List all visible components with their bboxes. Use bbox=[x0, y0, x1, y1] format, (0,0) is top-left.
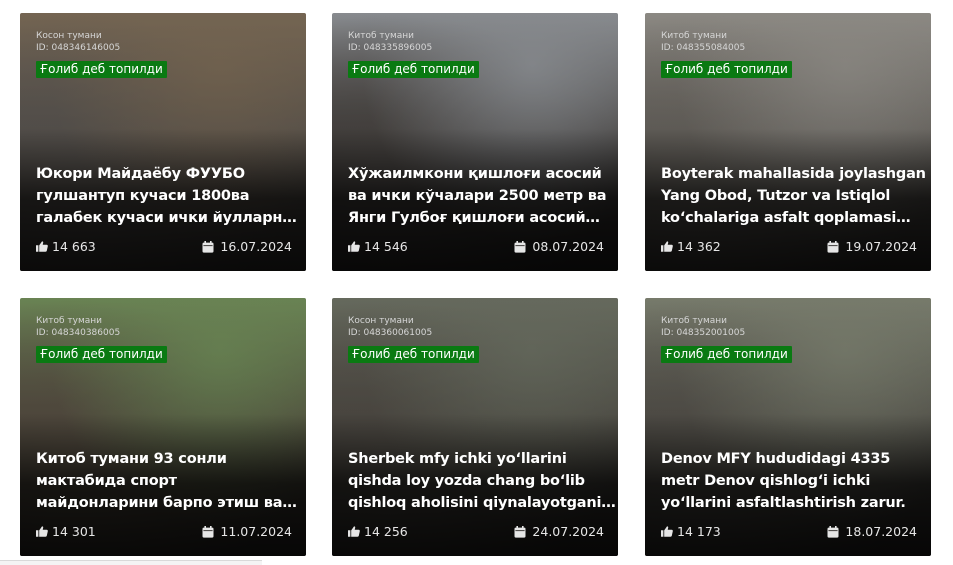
card-title[interactable]: Китоб тумани 93 сонли мактабида спорт майд… bbox=[36, 448, 297, 514]
status-badge: Ғолиб деб топилди bbox=[348, 346, 479, 363]
status-badge: Ғолиб деб топилди bbox=[36, 346, 167, 363]
status-badge: Ғолиб деб топилди bbox=[36, 61, 167, 78]
likes-count: 14 546 bbox=[364, 239, 408, 254]
card-meta: Китоб тумани ID: 048340386005 Ғолиб деб то… bbox=[36, 315, 294, 363]
thumbs-up-icon bbox=[36, 241, 48, 252]
project-card[interactable]: Косон тумани ID: 048346146005 Ғолиб деб то… bbox=[20, 13, 306, 271]
project-card[interactable]: Китоб тумани ID: 048355084005 Ғолиб деб то… bbox=[645, 13, 931, 271]
card-title-line: Хўжаилмкони қишлоғи асосий bbox=[348, 166, 602, 182]
card-title-line: Янги Гулбоғ қишлоғи асосий… bbox=[348, 210, 600, 226]
likes-counter[interactable]: 14 663 bbox=[36, 239, 96, 254]
card-title-line: гулшантуп кучаси 1800ва bbox=[36, 188, 250, 204]
card-title-line: Sherbek mfy ichki yoʻllarini bbox=[348, 451, 567, 467]
calendar-icon bbox=[514, 240, 526, 253]
thumbs-up-icon bbox=[348, 241, 360, 252]
date-text: 19.07.2024 bbox=[845, 239, 917, 254]
thumbs-up-icon bbox=[348, 526, 360, 537]
card-title-line: qishloq aholisini qiynalayotgani… bbox=[348, 495, 616, 511]
district-label: Косон тумани bbox=[36, 31, 102, 41]
card-title-line: галабек кучаси ички йулларн… bbox=[36, 210, 297, 226]
card-date: 24.07.2024 bbox=[514, 524, 604, 539]
card-title-line: koʻchalariga asfalt qoplamasi… bbox=[661, 210, 911, 226]
bottom-scroll-edge bbox=[0, 560, 262, 565]
calendar-icon bbox=[514, 525, 526, 538]
status-badge: Ғолиб деб топилди bbox=[348, 61, 479, 78]
card-title-line: Boyterak mahallasida joylashgan bbox=[661, 166, 926, 182]
project-id: ID: 048346146005 bbox=[36, 43, 121, 53]
project-card[interactable]: Китоб тумани ID: 048340386005 Ғолиб деб то… bbox=[20, 298, 306, 556]
card-meta: Китоб тумани ID: 048355084005 Ғолиб деб то… bbox=[661, 30, 919, 78]
thumbs-up-icon bbox=[36, 526, 48, 537]
card-title[interactable]: Boyterak mahallasida joylashgan Yang Obod… bbox=[661, 163, 926, 229]
card-title[interactable]: Sherbek mfy ichki yoʻllarini qishda loy y… bbox=[348, 448, 616, 514]
card-footer: 14 362 19.07.2024 bbox=[661, 239, 917, 255]
likes-count: 14 256 bbox=[364, 524, 408, 539]
likes-counter[interactable]: 14 362 bbox=[661, 239, 721, 254]
project-card[interactable]: Китоб тумани ID: 048352001005 Ғолиб деб то… bbox=[645, 298, 931, 556]
card-footer: 14 173 18.07.2024 bbox=[661, 524, 917, 540]
calendar-icon bbox=[827, 525, 839, 538]
card-title-line: мактабида спорт bbox=[36, 473, 177, 489]
thumbs-up-icon bbox=[661, 526, 673, 537]
card-date: 08.07.2024 bbox=[514, 239, 604, 254]
card-date: 11.07.2024 bbox=[202, 524, 292, 539]
district-label: Китоб тумани bbox=[36, 316, 103, 326]
card-title-line: yoʻllarini asfaltlashtirish zarur. bbox=[661, 495, 906, 511]
district-label: Китоб тумани bbox=[348, 31, 415, 41]
likes-counter[interactable]: 14 256 bbox=[348, 524, 408, 539]
project-card[interactable]: Косон тумани ID: 048360061005 Ғолиб деб то… bbox=[332, 298, 618, 556]
cards-grid: Косон тумани ID: 048346146005 Ғолиб деб то… bbox=[0, 0, 953, 564]
likes-count: 14 362 bbox=[677, 239, 721, 254]
card-meta: Косон тумани ID: 048346146005 Ғолиб деб то… bbox=[36, 30, 294, 78]
card-title-line: Denov MFY hududidagi 4335 bbox=[661, 451, 891, 467]
card-title-line: ва ички кўчалари 2500 метр ва bbox=[348, 188, 607, 204]
project-id: ID: 048335896005 bbox=[348, 43, 433, 53]
card-title-line: Китоб тумани 93 сонли bbox=[36, 451, 227, 467]
card-meta: Косон тумани ID: 048360061005 Ғолиб деб то… bbox=[348, 315, 606, 363]
card-footer: 14 301 11.07.2024 bbox=[36, 524, 292, 540]
likes-counter[interactable]: 14 546 bbox=[348, 239, 408, 254]
date-text: 08.07.2024 bbox=[532, 239, 604, 254]
date-text: 24.07.2024 bbox=[532, 524, 604, 539]
district-label: Косон тумани bbox=[348, 316, 414, 326]
district-label: Китоб тумани bbox=[661, 31, 728, 41]
calendar-icon bbox=[827, 240, 839, 253]
card-meta: Китоб тумани ID: 048335896005 Ғолиб деб то… bbox=[348, 30, 606, 78]
likes-count: 14 301 bbox=[52, 524, 96, 539]
date-text: 11.07.2024 bbox=[220, 524, 292, 539]
card-title-line: Yang Obod, Tutzor va Istiqlol bbox=[661, 188, 891, 204]
card-date: 16.07.2024 bbox=[202, 239, 292, 254]
calendar-icon bbox=[202, 525, 214, 538]
likes-count: 14 173 bbox=[677, 524, 721, 539]
status-badge: Ғолиб деб топилди bbox=[661, 346, 792, 363]
card-title[interactable]: Denov MFY hududidagi 4335 metr Denov qish… bbox=[661, 448, 917, 514]
project-id: ID: 048340386005 bbox=[36, 328, 121, 338]
card-title-line: майдонларини барпо этиш ва… bbox=[36, 495, 297, 511]
card-footer: 14 256 24.07.2024 bbox=[348, 524, 604, 540]
project-id: ID: 048352001005 bbox=[661, 328, 746, 338]
project-id: ID: 048360061005 bbox=[348, 328, 433, 338]
likes-count: 14 663 bbox=[52, 239, 96, 254]
card-title[interactable]: Хўжаилмкони қишлоғи асосий ва ички кўчала… bbox=[348, 163, 607, 229]
card-meta: Китоб тумани ID: 048352001005 Ғолиб деб то… bbox=[661, 315, 919, 363]
status-badge: Ғолиб деб топилди bbox=[661, 61, 792, 78]
card-title-line: qishda loy yozda chang boʻlib bbox=[348, 473, 585, 489]
card-title-line: metr Denov qishlogʻi ichki bbox=[661, 473, 871, 489]
card-date: 19.07.2024 bbox=[827, 239, 917, 254]
district-label: Китоб тумани bbox=[661, 316, 728, 326]
card-date: 18.07.2024 bbox=[827, 524, 917, 539]
thumbs-up-icon bbox=[661, 241, 673, 252]
project-card[interactable]: Китоб тумани ID: 048335896005 Ғолиб деб то… bbox=[332, 13, 618, 271]
card-footer: 14 546 08.07.2024 bbox=[348, 239, 604, 255]
likes-counter[interactable]: 14 301 bbox=[36, 524, 96, 539]
card-title[interactable]: Юкори Майдаёбу ФУУБО гулшантуп кучаси 180… bbox=[36, 163, 297, 229]
likes-counter[interactable]: 14 173 bbox=[661, 524, 721, 539]
card-footer: 14 663 16.07.2024 bbox=[36, 239, 292, 255]
date-text: 18.07.2024 bbox=[845, 524, 917, 539]
calendar-icon bbox=[202, 240, 214, 253]
date-text: 16.07.2024 bbox=[220, 239, 292, 254]
project-id: ID: 048355084005 bbox=[661, 43, 746, 53]
card-title-line: Юкори Майдаёбу ФУУБО bbox=[36, 166, 245, 182]
